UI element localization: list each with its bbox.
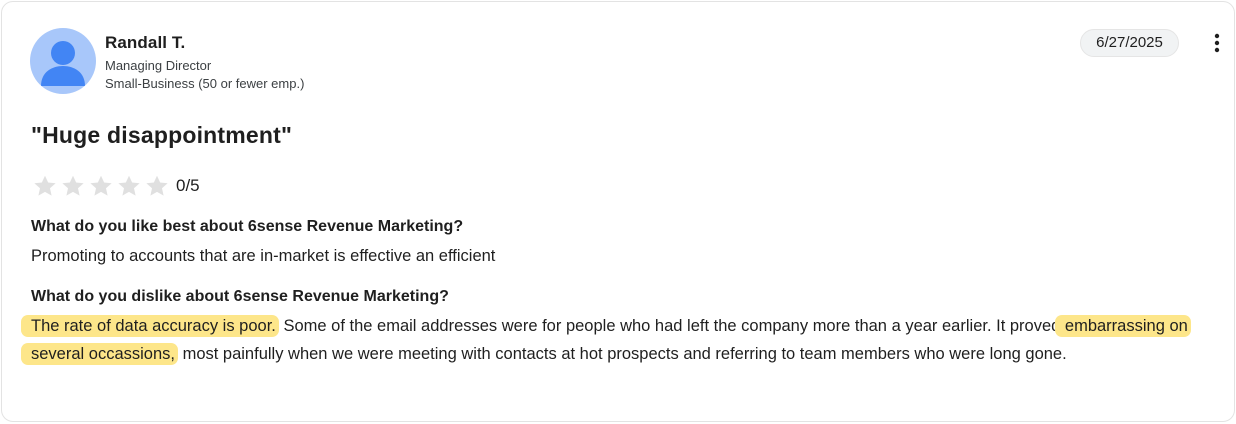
answer-dislike: The rate of data accuracy is poor. Some … bbox=[21, 312, 1216, 368]
more-options-button[interactable] bbox=[1208, 32, 1228, 56]
answer-like-best: Promoting to accounts that are in-market… bbox=[31, 247, 496, 265]
answer-text: Some of the email addresses were for peo… bbox=[278, 317, 1065, 335]
reviewer-name: Randall T. bbox=[105, 33, 186, 52]
highlight-text: The rate of data accuracy is poor. bbox=[21, 315, 279, 337]
rating-text: 0/5 bbox=[176, 176, 200, 195]
person-icon bbox=[41, 41, 85, 86]
star-empty-icon bbox=[62, 175, 84, 196]
question-dislike: What do you dislike about 6sense Revenue… bbox=[31, 288, 449, 305]
reviewer-title: Managing Director bbox=[105, 58, 212, 73]
star-empty-icon bbox=[90, 175, 112, 196]
star-empty-icon bbox=[146, 175, 168, 196]
star-empty-icon bbox=[118, 175, 140, 196]
avatar bbox=[30, 28, 96, 94]
star-rating: 0/5 bbox=[32, 173, 200, 199]
star-empty-icon bbox=[34, 175, 56, 196]
review-card: Randall T. Managing Director Small-Busin… bbox=[1, 1, 1235, 422]
review-title: "Huge disappointment" bbox=[31, 122, 293, 148]
answer-text: most painfully when we were meeting with… bbox=[177, 345, 1067, 363]
date-badge: 6/27/2025 bbox=[1080, 29, 1179, 57]
question-like-best: What do you like best about 6sense Reven… bbox=[31, 218, 464, 235]
more-vertical-icon bbox=[1214, 33, 1220, 53]
reviewer-company-size: Small-Business (50 or fewer emp.) bbox=[105, 76, 305, 91]
